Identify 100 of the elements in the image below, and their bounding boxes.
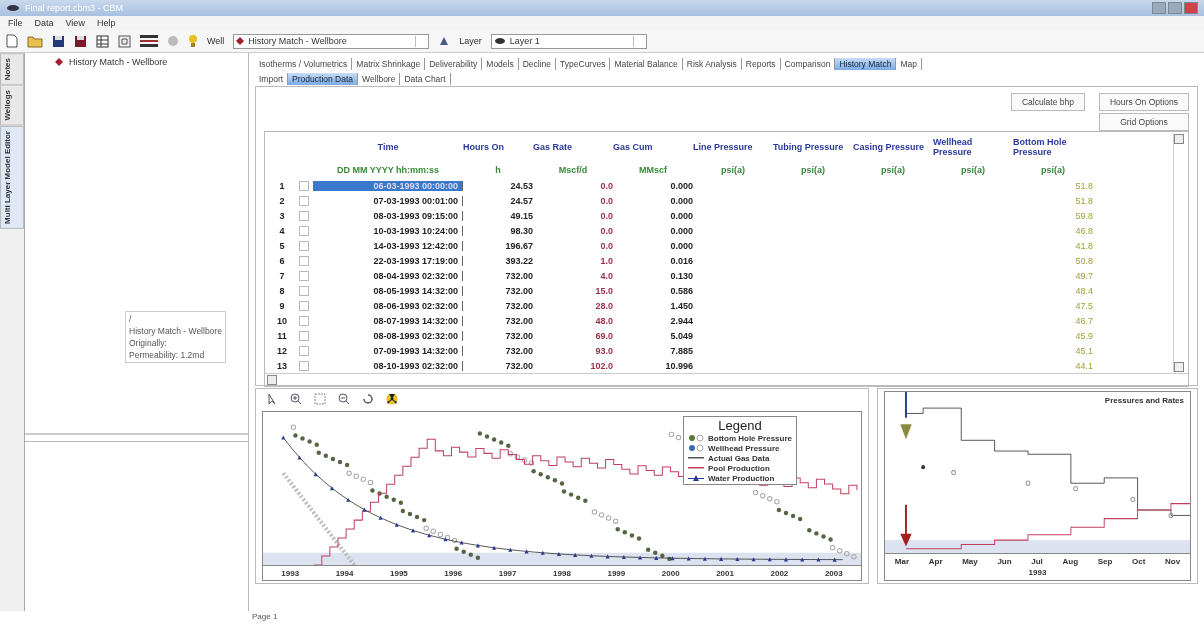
row-checkbox[interactable] (299, 315, 309, 326)
pointer-icon[interactable] (268, 393, 278, 405)
side-tab[interactable]: Notes (0, 53, 24, 86)
time-cell[interactable]: 22-03-1993 17:19:00 (313, 255, 463, 266)
unit-label: Mscf/d (557, 165, 589, 175)
save-as-icon[interactable] (74, 34, 87, 48)
grid-icon[interactable] (96, 34, 109, 48)
save-icon[interactable] (52, 34, 65, 48)
axis-label: 1996 (444, 568, 463, 578)
time-cell[interactable]: 08-08-1993 02:32:00 (313, 330, 463, 341)
tab[interactable]: Isotherms / Volumetrics (255, 58, 353, 70)
close-button[interactable] (1184, 2, 1198, 14)
tooltip-line: Permeability: 1.2md (129, 350, 206, 360)
row-checkbox[interactable] (299, 345, 309, 356)
zoom-in-icon[interactable] (290, 393, 302, 405)
table-cell-text: 0.000 (669, 225, 693, 236)
time-cell[interactable]: 14-03-1993 12:42:00 (313, 240, 463, 251)
tab[interactable]: Risk Analysis (682, 58, 742, 70)
axis-label: 1998 (553, 568, 571, 578)
layer-dropdown[interactable]: Layer 1 (490, 33, 647, 49)
column-header: Tubing Pressure (773, 142, 845, 152)
tab[interactable]: Map (896, 58, 922, 70)
time-cell[interactable]: 08-03-1993 09:15:00 (313, 210, 463, 221)
subtab[interactable]: Data Chart (400, 73, 451, 85)
time-cell[interactable]: 08-04-1993 02:32:00 (313, 270, 463, 281)
time-cell[interactable]: 07-09-1993 14:32:00 (313, 345, 463, 356)
scroll-down-button[interactable] (1174, 362, 1184, 372)
filled-point (293, 433, 298, 438)
row-checkbox[interactable] (299, 330, 309, 341)
row-checkbox[interactable] (299, 300, 309, 311)
menu-item[interactable]: File (8, 18, 23, 28)
selection-icon[interactable] (314, 393, 326, 405)
grid-options-button[interactable]: Grid Options (1098, 113, 1189, 131)
filled-point (475, 555, 481, 561)
filled-point (821, 534, 826, 539)
new-document-icon[interactable] (6, 34, 18, 48)
calculate-button[interactable]: Calculate bhp (1011, 93, 1085, 111)
well-dropdown[interactable]: History Match - Wellbore (233, 33, 430, 49)
table-cell-text: 393.22 (504, 255, 533, 266)
menu-item[interactable]: Data (34, 18, 54, 28)
time-cell[interactable]: 08-10-1993 02:32:00 (313, 360, 463, 371)
row-checkbox[interactable] (299, 270, 309, 281)
time-cell[interactable]: 08-07-1993 14:32:00 (313, 315, 463, 326)
chart-title: Pressures and Rates (1104, 396, 1184, 405)
time-cell[interactable]: 10-03-1993 10:24:00 (313, 225, 463, 236)
row-number: 4 (278, 225, 286, 236)
maximize-button[interactable] (1168, 2, 1182, 14)
refresh-icon[interactable] (362, 393, 374, 405)
minimize-button[interactable] (1152, 2, 1166, 14)
unit-label: psi(a) (720, 165, 746, 175)
tab[interactable]: TypeCurves (556, 58, 611, 70)
radiation-icon[interactable] (386, 393, 398, 405)
subtab[interactable]: Production Data (288, 73, 359, 85)
column-header: Hours On (463, 142, 505, 152)
tab[interactable]: Matrix Shrinkage (352, 58, 426, 70)
circle-icon[interactable] (167, 35, 179, 47)
lightbulb-icon[interactable] (188, 34, 198, 48)
time-cell[interactable]: 07-03-1993 00:01:00 (313, 195, 463, 206)
row-checkbox[interactable] (299, 210, 309, 221)
row-checkbox[interactable] (299, 225, 309, 236)
time-cell[interactable]: 08-06-1993 02:32:00 (313, 300, 463, 311)
side-tab[interactable]: Wellogs (0, 85, 24, 126)
row-checkbox[interactable] (299, 255, 309, 266)
row-number: 8 (278, 285, 286, 296)
row-number: 13 (276, 360, 288, 371)
subtab[interactable]: Wellbore (358, 73, 401, 85)
tab[interactable]: Deliverability (425, 58, 483, 70)
tab[interactable]: Reports (741, 58, 781, 70)
table-cell-text: 10.996 (664, 360, 693, 371)
row-number: 10 (276, 315, 288, 326)
zoom-out-icon[interactable] (338, 393, 350, 405)
table-cell-text: 46.7 (1074, 315, 1093, 326)
row-checkbox[interactable] (299, 180, 309, 191)
tab[interactable]: History Match (835, 58, 897, 70)
filled-point (653, 550, 658, 555)
hours-on-options-button[interactable]: Hours On Options (1098, 93, 1189, 111)
row-checkbox[interactable] (299, 285, 309, 296)
tree-item[interactable]: History Match - Wellbore (69, 57, 168, 67)
scroll-up-button[interactable] (1174, 134, 1184, 144)
axis-label: 1993 (1028, 568, 1047, 577)
tab[interactable]: Decline (518, 58, 557, 70)
scroll-left-button[interactable] (267, 375, 277, 385)
table-cell-text: 732.00 (504, 345, 533, 356)
row-checkbox[interactable] (299, 195, 309, 206)
table-cell-text: 0.0 (599, 240, 613, 251)
menu-item[interactable]: View (65, 18, 85, 28)
side-tab[interactable]: Multi Layer Model Editor (0, 125, 24, 229)
row-checkbox[interactable] (299, 360, 309, 371)
diamond-icon (236, 37, 245, 45)
tab[interactable]: Models (482, 58, 519, 70)
stripes-icon[interactable] (140, 35, 158, 47)
menu-item[interactable]: Help (96, 18, 116, 28)
time-cell[interactable]: 08-05-1993 14:32:00 (313, 285, 463, 296)
folder-icon[interactable] (27, 34, 43, 48)
filled-point (384, 494, 389, 499)
tab[interactable]: Material Balance (610, 58, 683, 70)
table-cell-text: 732.00 (504, 300, 533, 311)
unit-label: h (494, 165, 502, 175)
window-title: Final report.cbm3 - CBM (25, 3, 124, 13)
row-checkbox[interactable] (299, 240, 309, 251)
